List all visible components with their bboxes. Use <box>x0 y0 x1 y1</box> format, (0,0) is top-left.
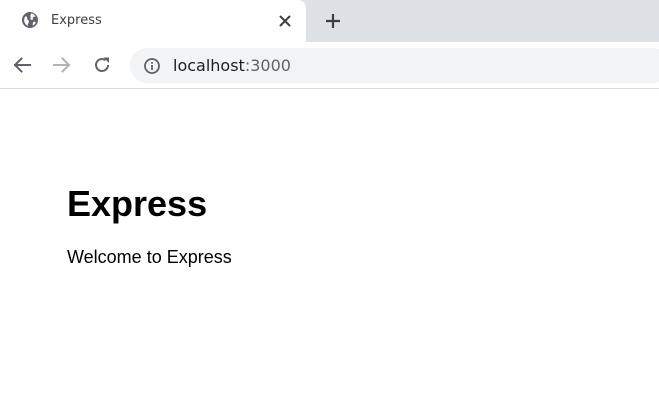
url-host: localhost <box>173 56 245 75</box>
browser-window: Express localhost:3000 Express Welcome t… <box>0 0 659 415</box>
tab-express[interactable]: Express <box>0 0 306 42</box>
url-text[interactable]: localhost:3000 <box>173 56 291 76</box>
address-bar[interactable]: localhost:3000 <box>130 48 659 83</box>
tab-title: Express <box>51 13 102 28</box>
page-content: Express Welcome to Express <box>0 89 659 415</box>
info-icon[interactable] <box>143 57 161 75</box>
plus-icon[interactable] <box>321 9 345 33</box>
tab-strip: Express <box>0 0 659 42</box>
close-icon[interactable] <box>275 11 295 31</box>
browser-toolbar: localhost:3000 <box>0 42 659 89</box>
globe-icon <box>21 11 39 29</box>
url-port: :3000 <box>244 56 291 75</box>
page-title: Express <box>67 183 208 224</box>
reload-icon[interactable] <box>90 53 114 77</box>
back-arrow-icon[interactable] <box>10 53 34 77</box>
forward-arrow-icon[interactable] <box>50 53 74 77</box>
welcome-text: Welcome to Express <box>67 247 232 267</box>
